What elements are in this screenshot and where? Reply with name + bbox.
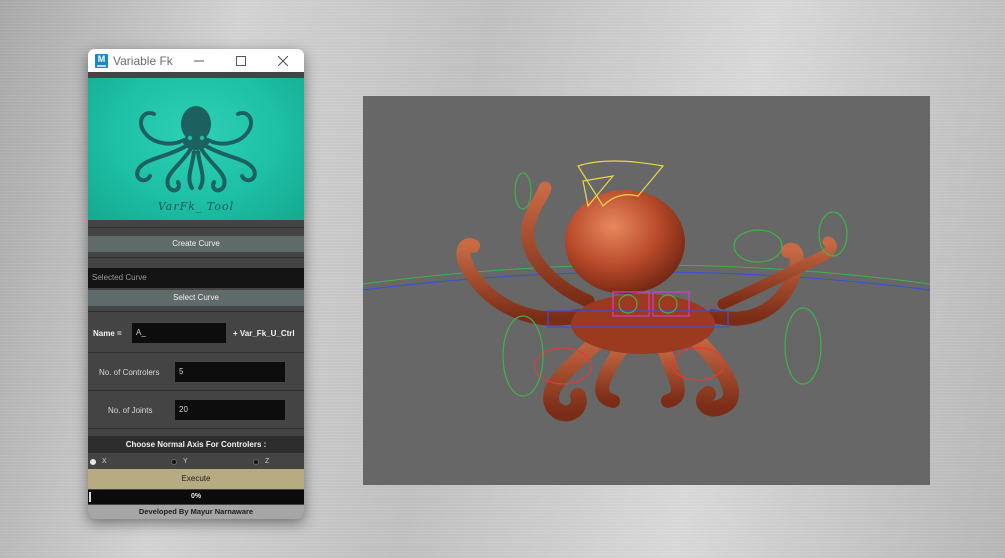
controllers-label: No. of Controlers <box>99 368 160 377</box>
select-curve-button[interactable]: Select Curve <box>88 290 304 306</box>
progress-bar: 0% <box>88 490 304 504</box>
developer-credit: Developed By Mayur Narnaware <box>88 505 304 519</box>
execute-button[interactable]: Execute <box>88 469 304 489</box>
maximize-button[interactable] <box>220 49 262 72</box>
name-label: Name = <box>93 329 122 338</box>
divider <box>88 428 304 429</box>
axis-radio-label: Y <box>183 458 188 465</box>
minimize-icon <box>194 60 204 61</box>
axis-radio-label: X <box>102 458 107 465</box>
close-icon <box>278 55 288 66</box>
close-button[interactable] <box>262 49 304 72</box>
axis-radio-label: Z <box>265 458 270 465</box>
minimize-button[interactable] <box>178 49 220 72</box>
joints-input[interactable]: 20 <box>175 400 285 420</box>
maya-app-icon: M <box>95 53 108 68</box>
name-suffix-label: + Var_Fk_U_Ctrl <box>233 329 295 338</box>
joints-label: No. of Joints <box>108 406 153 415</box>
octopus-logo-icon <box>135 106 257 193</box>
maximize-icon <box>236 55 246 66</box>
name-input[interactable]: A_ <box>132 323 226 343</box>
banner-label: VarFk_ Tool <box>157 200 235 213</box>
window-title: Variable Fk <box>113 53 173 68</box>
normal-axis-header: Choose Normal Axis For Controlers : <box>88 436 304 453</box>
radio-unselected-icon <box>253 458 259 465</box>
controllers-input[interactable]: 5 <box>175 362 285 382</box>
divider <box>88 311 304 312</box>
divider <box>88 227 304 228</box>
radio-unselected-icon <box>171 458 177 465</box>
create-curve-button[interactable]: Create Curve <box>88 236 304 252</box>
divider <box>88 390 304 391</box>
selected-curve-field[interactable]: Selected Curve <box>88 268 304 288</box>
octopus-rig-render <box>363 160 930 422</box>
axis-radio-z[interactable]: Z <box>253 458 269 465</box>
tool-banner: VarFk_ Tool <box>88 78 304 220</box>
title-bar[interactable]: M Variable Fk <box>88 49 304 72</box>
divider <box>88 352 304 353</box>
variable-fk-window: M Variable Fk VarFk_ Tool Create Curve S… <box>88 49 304 519</box>
radio-selected-icon <box>90 458 96 465</box>
axis-radio-x[interactable]: X <box>90 458 107 465</box>
axis-radio-y[interactable]: Y <box>171 458 188 465</box>
divider <box>88 257 304 258</box>
viewport-3d[interactable] <box>363 96 930 485</box>
progress-text: 0% <box>190 493 202 500</box>
